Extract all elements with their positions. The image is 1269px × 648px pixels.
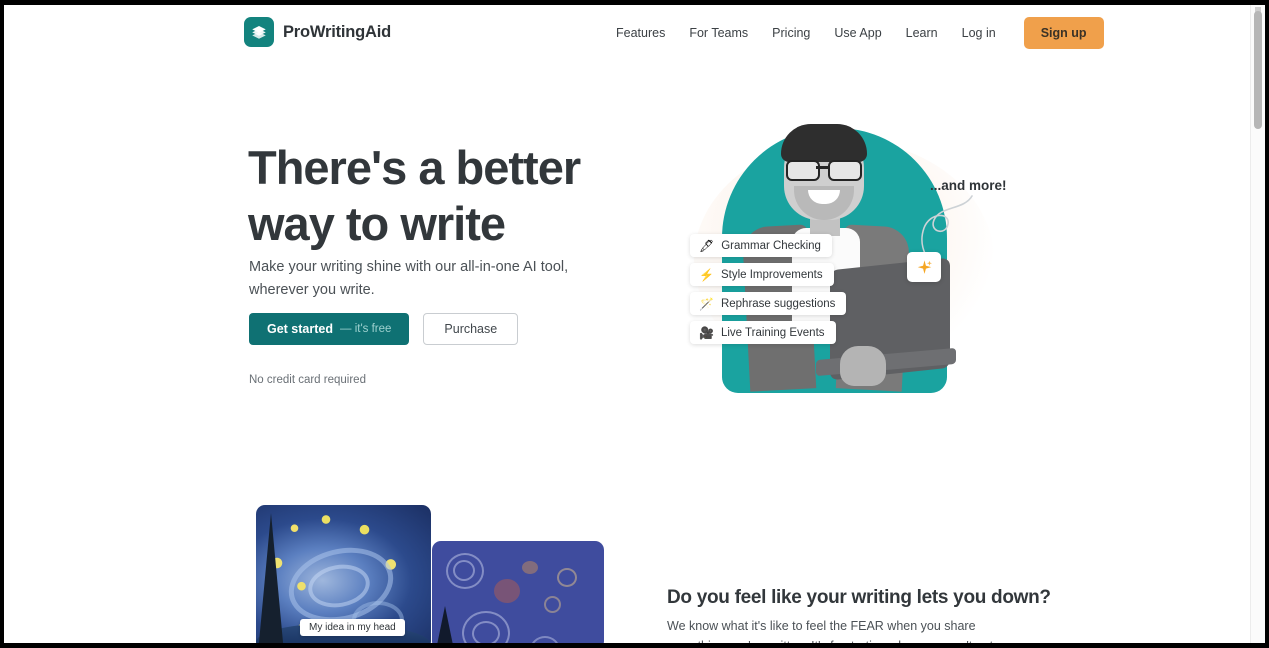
- idea-in-my-head-label: My idea in my head: [300, 619, 405, 636]
- hair: [781, 124, 867, 162]
- chip-label: Rephrase suggestions: [720, 297, 836, 310]
- main-nav: Features For Teams Pricing Use App Learn…: [604, 5, 1104, 61]
- quill-pen-icon: 🖋: [699, 238, 715, 253]
- cypress-tree: [258, 513, 284, 643]
- chip-live-training-events[interactable]: 🎥 Live Training Events: [690, 321, 836, 344]
- chip-label: Live Training Events: [720, 326, 825, 339]
- get-started-button[interactable]: Get started — it's free: [249, 313, 410, 345]
- chip-style-improvements[interactable]: ⚡ Style Improvements: [690, 263, 834, 286]
- no-credit-card-note: No credit card required: [249, 374, 366, 386]
- hero-illustration: 🖋 Grammar Checking ⚡ Style Improvements …: [664, 110, 1024, 400]
- chip-grammar-checking[interactable]: 🖋 Grammar Checking: [690, 234, 832, 257]
- nav-link-pricing[interactable]: Pricing: [760, 20, 822, 46]
- brand-name: ProWritingAid: [283, 22, 392, 41]
- nav-link-log-in[interactable]: Log in: [950, 20, 1008, 46]
- chip-rephrase-suggestions[interactable]: 🪄 Rephrase suggestions: [690, 292, 847, 315]
- chip-label: Style Improvements: [720, 268, 823, 281]
- browser-viewport: ProWritingAid Features For Teams Pricing…: [4, 5, 1265, 643]
- nav-link-for-teams[interactable]: For Teams: [677, 20, 760, 46]
- amateur-painting: [432, 541, 604, 643]
- lightning-bolt-icon: ⚡: [699, 267, 714, 282]
- purchase-button[interactable]: Purchase: [423, 313, 519, 345]
- starry-night-comparison: My idea in my head: [256, 505, 606, 643]
- magic-wand-icon: 🪄: [699, 296, 714, 311]
- section-body: We know what it's like to feel the FEAR …: [667, 618, 993, 644]
- hero-title: There's a better way to write: [248, 141, 581, 251]
- sign-up-button[interactable]: Sign up: [1023, 17, 1104, 49]
- page-content: ProWritingAid Features For Teams Pricing…: [4, 5, 1255, 643]
- and-more-label: ...and more!: [930, 178, 1007, 193]
- nav-link-use-app[interactable]: Use App: [822, 20, 893, 46]
- video-camera-icon: 🎥: [699, 325, 714, 340]
- hero-subtitle: Make your writing shine with our all-in-…: [249, 258, 569, 298]
- get-started-sublabel: — it's free: [340, 323, 392, 335]
- hero-cta-row: Get started — it's free Purchase: [249, 313, 519, 345]
- site-header: ProWritingAid Features For Teams Pricing…: [4, 5, 1255, 61]
- nav-link-features[interactable]: Features: [604, 20, 677, 46]
- sparkle-badge[interactable]: [907, 252, 941, 282]
- nav-link-learn[interactable]: Learn: [894, 20, 950, 46]
- get-started-label: Get started: [267, 322, 333, 336]
- chip-label: Grammar Checking: [721, 239, 821, 252]
- glasses-icon: [786, 160, 862, 181]
- cypress-tree: [436, 606, 454, 643]
- vertical-scrollbar[interactable]: [1250, 5, 1265, 643]
- sparkle-icon: [917, 259, 932, 274]
- scrollbar-thumb[interactable]: [1254, 11, 1262, 129]
- brand-logo[interactable]: ProWritingAid: [244, 17, 391, 47]
- hand: [840, 346, 886, 386]
- stacked-pages-icon: [244, 17, 274, 47]
- feature-chip-list: 🖋 Grammar Checking ⚡ Style Improvements …: [690, 234, 847, 344]
- section-title: Do you feel like your writing lets you d…: [667, 586, 1051, 608]
